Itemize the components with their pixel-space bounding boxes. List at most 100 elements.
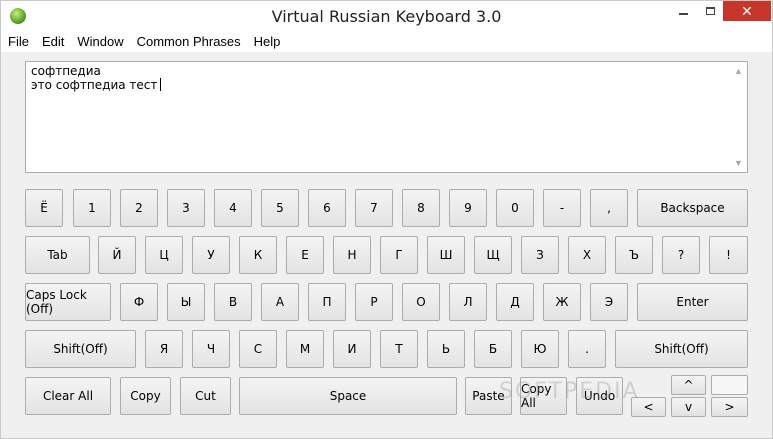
clear-all-button[interactable]: Clear All <box>25 377 111 415</box>
key-label: Ж <box>555 295 569 309</box>
close-button[interactable]: ✕ <box>723 1 771 21</box>
watermark: SOFTPEDIA <box>499 379 640 404</box>
text-editor[interactable]: софтпедиа это софтпедиа тест ▲ ▼ <box>25 61 748 173</box>
key-0[interactable]: 0 <box>496 189 534 227</box>
key-label: Е <box>301 248 309 262</box>
copy-button[interactable]: Copy <box>120 377 171 415</box>
key-kh[interactable]: Х <box>568 236 606 274</box>
arrow-up-key[interactable]: ^ <box>671 375 706 395</box>
key-exclamation[interactable]: ! <box>709 236 748 274</box>
key-d[interactable]: Д <box>496 283 534 321</box>
key-label: Clear All <box>42 389 94 403</box>
key-r[interactable]: Р <box>355 283 393 321</box>
key-sh[interactable]: Ш <box>427 236 465 274</box>
key-2[interactable]: 2 <box>120 189 158 227</box>
key-hard-sign[interactable]: Ъ <box>615 236 653 274</box>
key-g[interactable]: Г <box>380 236 418 274</box>
key-y-hard[interactable]: Ы <box>167 283 205 321</box>
key-label: . <box>585 342 589 356</box>
key-f[interactable]: Ф <box>120 283 158 321</box>
key-y-short[interactable]: Й <box>98 236 136 274</box>
key-e-reverse[interactable]: Э <box>590 283 628 321</box>
editor-line: софтпедиа <box>31 64 101 78</box>
text-caret <box>160 78 162 91</box>
key-3[interactable]: 3 <box>167 189 205 227</box>
key-label: Ё <box>40 201 48 215</box>
key-label: Г <box>395 248 403 262</box>
key-p[interactable]: П <box>308 283 346 321</box>
key-9[interactable]: 9 <box>449 189 487 227</box>
key-shch[interactable]: Щ <box>474 236 512 274</box>
key-5[interactable]: 5 <box>261 189 299 227</box>
shift-right-key[interactable]: Shift(Off) <box>615 330 748 368</box>
key-label: П <box>322 295 332 309</box>
backspace-key[interactable]: Backspace <box>637 189 748 227</box>
tab-key[interactable]: Tab <box>25 236 90 274</box>
key-label: 9 <box>464 201 472 215</box>
key-7[interactable]: 7 <box>355 189 393 227</box>
key-label: , <box>607 201 611 215</box>
key-k[interactable]: К <box>239 236 277 274</box>
key-u[interactable]: У <box>192 236 230 274</box>
key-label: 5 <box>276 201 284 215</box>
maximize-button[interactable] <box>697 1 723 21</box>
key-period[interactable]: . <box>568 330 606 368</box>
key-i[interactable]: И <box>333 330 371 368</box>
key-o[interactable]: О <box>402 283 440 321</box>
key-z[interactable]: З <box>521 236 559 274</box>
title-bar: Virtual Russian Keyboard 3.0 ✕ <box>1 1 772 32</box>
key-label: - <box>559 201 565 215</box>
key-label: Ш <box>439 248 453 262</box>
key-label: Ф <box>133 295 145 309</box>
key-label: 1 <box>88 201 96 215</box>
key-question[interactable]: ? <box>662 236 700 274</box>
caps-lock-key[interactable]: Caps Lock (Off) <box>25 283 111 321</box>
scroll-down-arrow-icon[interactable]: ▼ <box>730 156 747 170</box>
key-label: 3 <box>182 201 190 215</box>
key-soft-sign[interactable]: Ь <box>427 330 465 368</box>
cut-button[interactable]: Cut <box>180 377 231 415</box>
key-n[interactable]: Н <box>333 236 371 274</box>
key-label: Ц <box>159 248 169 262</box>
arrow-left-icon: < <box>643 400 654 414</box>
enter-key[interactable]: Enter <box>637 283 748 321</box>
menu-edit[interactable]: Edit <box>35 32 70 52</box>
menu-common-phrases[interactable]: Common Phrases <box>130 32 247 52</box>
shift-left-key[interactable]: Shift(Off) <box>25 330 136 368</box>
key-ya[interactable]: Я <box>145 330 183 368</box>
blank-key[interactable] <box>711 375 748 395</box>
key-4[interactable]: 4 <box>214 189 252 227</box>
key-comma[interactable]: , <box>590 189 628 227</box>
key-yu[interactable]: Ю <box>521 330 559 368</box>
menu-help[interactable]: Help <box>247 32 287 52</box>
key-yo[interactable]: Ё <box>25 189 63 227</box>
key-6[interactable]: 6 <box>308 189 346 227</box>
arrow-down-key[interactable]: v <box>671 397 706 417</box>
menu-file[interactable]: File <box>1 32 35 52</box>
arrow-right-key[interactable]: > <box>711 397 748 417</box>
key-e[interactable]: Е <box>286 236 324 274</box>
scroll-up-arrow-icon[interactable]: ▲ <box>730 64 747 78</box>
key-b[interactable]: Б <box>474 330 512 368</box>
key-label: К <box>253 248 263 262</box>
key-ch[interactable]: Ч <box>192 330 230 368</box>
menu-window[interactable]: Window <box>70 32 129 52</box>
key-minus[interactable]: - <box>543 189 581 227</box>
key-a[interactable]: А <box>261 283 299 321</box>
key-label: Т <box>395 342 403 356</box>
key-v[interactable]: В <box>214 283 252 321</box>
space-key[interactable]: Space <box>239 377 457 415</box>
minimize-button[interactable] <box>670 1 697 21</box>
key-label: 0 <box>511 201 519 215</box>
key-label: Ь <box>441 342 451 356</box>
key-l[interactable]: Л <box>449 283 487 321</box>
key-8[interactable]: 8 <box>402 189 440 227</box>
key-label: Enter <box>676 295 709 309</box>
key-zh[interactable]: Ж <box>543 283 581 321</box>
vertical-scrollbar[interactable]: ▲ ▼ <box>730 62 747 172</box>
key-m[interactable]: М <box>286 330 324 368</box>
key-s[interactable]: С <box>239 330 277 368</box>
key-ts[interactable]: Ц <box>145 236 183 274</box>
key-1[interactable]: 1 <box>73 189 111 227</box>
key-t[interactable]: Т <box>380 330 418 368</box>
